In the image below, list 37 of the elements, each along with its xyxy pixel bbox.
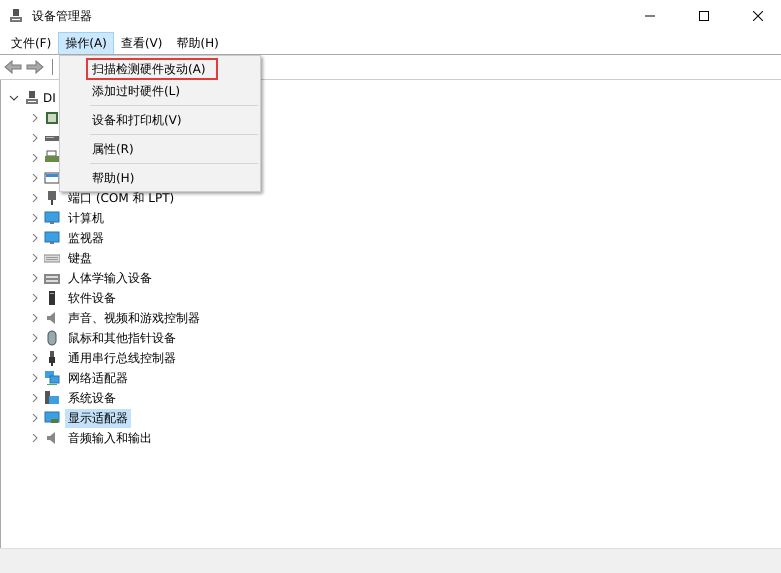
tree-item[interactable]: 通用串行总线控制器 (65, 348, 179, 368)
tree-item[interactable]: 音频输入和输出 (65, 428, 155, 448)
computer-icon (24, 90, 40, 106)
tree-item[interactable]: 显示适配器 (65, 408, 131, 428)
tree-item[interactable]: 软件设备 (65, 288, 119, 308)
tree-item[interactable]: 计算机 (65, 208, 107, 228)
maximize-icon (699, 11, 709, 21)
menu-item[interactable]: 添加过时硬件(L) (86, 80, 218, 102)
computer-icon (8, 8, 24, 24)
back-icon[interactable] (4, 60, 22, 74)
tree-item[interactable]: 鼠标和其他指针设备 (65, 328, 179, 348)
chevron-icon[interactable] (9, 94, 19, 102)
tree-item[interactable]: 系统设备 (65, 388, 119, 408)
tree-item[interactable]: 人体学输入设备 (65, 268, 155, 288)
monitor-icon (44, 230, 60, 246)
menu-bar-item[interactable]: 查看(V) (114, 32, 170, 54)
tree-item[interactable]: 键盘 (65, 248, 95, 268)
tree-item[interactable]: 端口 (COM 和 LPT) (65, 188, 178, 208)
menu-bar-item[interactable]: 帮助(H) (169, 32, 226, 54)
window-title: 设备管理器 (32, 8, 93, 24)
menu-item[interactable]: 属性(R) (86, 138, 218, 160)
menu-bar-item[interactable]: 操作(A) (58, 32, 114, 54)
tree-item[interactable]: DI (43, 90, 56, 106)
menu-bar-item[interactable]: 文件(F) (4, 32, 58, 54)
monitor-icon (44, 410, 60, 426)
network-icon (44, 370, 60, 386)
window-icon (44, 170, 60, 186)
close-icon (753, 11, 763, 21)
menu-item[interactable]: 扫描检测硬件改动(A) (86, 58, 218, 80)
tree-item[interactable]: 声音、视频和游戏控制器 (65, 308, 203, 328)
system-icon (44, 390, 60, 406)
tree-item[interactable]: 网络适配器 (65, 368, 131, 388)
menu-item[interactable]: 设备和打印机(V) (86, 109, 218, 131)
monitor-icon (44, 210, 60, 226)
tree-item[interactable]: 监视器 (65, 228, 107, 248)
menu-item[interactable]: 帮助(H) (86, 167, 218, 189)
forward-icon[interactable] (26, 60, 44, 74)
